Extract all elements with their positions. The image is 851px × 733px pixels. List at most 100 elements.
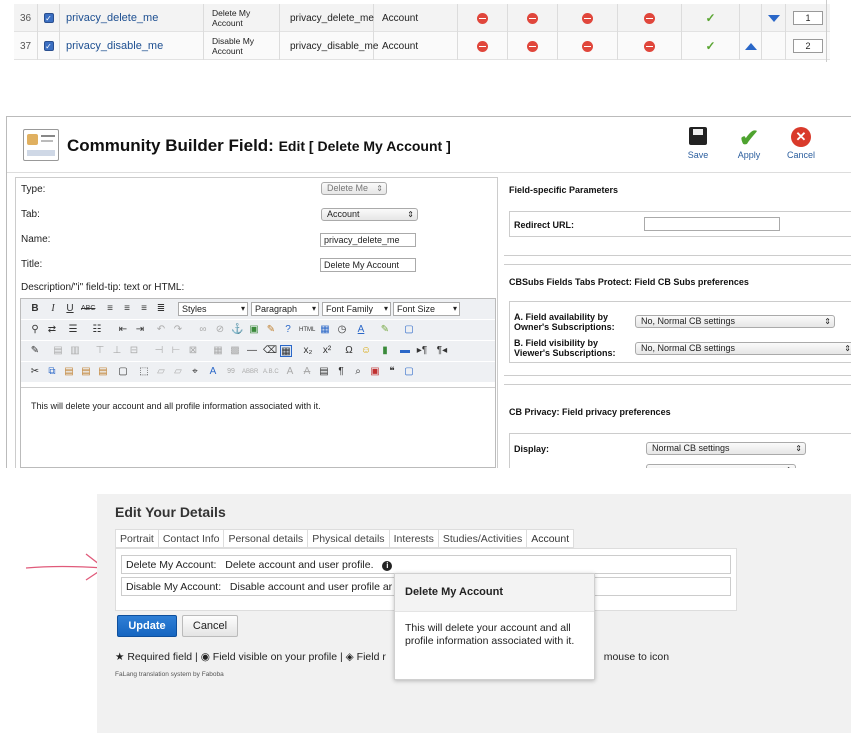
field-name-link[interactable]: privacy_delete_me	[66, 12, 158, 24]
emoticon-icon[interactable]: ☺	[360, 345, 372, 357]
deny-icon[interactable]	[477, 40, 488, 52]
anchor-icon[interactable]: ⚓	[231, 324, 243, 336]
display-select[interactable]: Normal CB settings ⇕	[646, 442, 806, 455]
html-icon[interactable]: HTML	[299, 324, 315, 336]
align-center-icon[interactable]: ≡	[121, 303, 133, 315]
align-right-icon[interactable]: ≡	[138, 303, 150, 315]
delete-col-icon[interactable]: ⊠	[187, 345, 199, 357]
ltr-icon[interactable]: ▬	[399, 345, 411, 357]
deny-icon[interactable]	[582, 40, 593, 52]
attributes-icon[interactable]: ▤	[318, 366, 330, 378]
editor-content-area[interactable]: This will delete your account and all pr…	[21, 387, 495, 467]
type-select[interactable]: Delete Me ⇕	[321, 182, 387, 195]
tab-portrait[interactable]: Portrait	[116, 530, 159, 547]
tab-studies-activities[interactable]: Studies/Activities	[439, 530, 528, 547]
deny-icon[interactable]	[477, 12, 488, 24]
tab-select[interactable]: Account ⇕	[321, 208, 418, 221]
insert-date-icon[interactable]: ▦	[319, 324, 331, 336]
table-row[interactable]: 36 ✓ privacy_delete_me Delete My Account…	[14, 4, 830, 32]
table-row[interactable]: 37 ✓ privacy_disable_me Disable My Accou…	[14, 32, 830, 60]
paragraph-select[interactable]: Paragraph ▾	[251, 302, 319, 316]
order-up-icon[interactable]	[744, 42, 757, 50]
availability-select[interactable]: No, Normal CB settings ⇕	[635, 315, 835, 328]
info-icon[interactable]: i	[382, 561, 393, 571]
select-all-icon[interactable]: ▢	[117, 366, 129, 378]
cut-icon[interactable]: ✂	[29, 366, 41, 378]
align-justify-icon[interactable]: ≣	[155, 303, 167, 315]
cleanup-icon[interactable]: ✎	[265, 324, 277, 336]
font-size-select[interactable]: Font Size ▾	[393, 302, 460, 316]
paste-word-icon[interactable]: ▤	[97, 366, 109, 378]
abbr-icon[interactable]: ABBR	[242, 366, 258, 378]
find-icon[interactable]: ⚲	[29, 324, 41, 336]
order-input[interactable]: 1	[793, 11, 823, 25]
insert-row-after-icon[interactable]: ⊥	[111, 345, 123, 357]
background-color-icon[interactable]: ✎	[379, 324, 391, 336]
redirect-url-input[interactable]	[644, 217, 780, 231]
align-left-icon[interactable]: ≡	[104, 303, 116, 315]
numbered-list-icon[interactable]: ☷	[91, 324, 103, 336]
secondary-select[interactable]: ⇕	[646, 464, 796, 468]
tab-interests[interactable]: Interests	[390, 530, 439, 547]
cancel-button[interactable]: Cancel	[182, 615, 238, 637]
insert-time-icon[interactable]: ◷	[336, 324, 348, 336]
title-input[interactable]: Delete My Account	[320, 258, 416, 272]
special-char-icon[interactable]: Ω	[343, 345, 355, 357]
apply-button[interactable]: ✔ Apply	[724, 127, 774, 161]
remove-format-icon[interactable]: ⌫	[263, 345, 277, 357]
unlink-icon[interactable]: ⊘	[214, 324, 226, 336]
cell-props-icon[interactable]: ▥	[69, 345, 81, 357]
name-input[interactable]: privacy_delete_me	[320, 233, 416, 247]
update-button[interactable]: Update	[117, 615, 177, 637]
horizontal-rule-icon[interactable]: —	[246, 345, 258, 357]
deny-icon[interactable]	[527, 12, 538, 24]
styles-select[interactable]: Styles ▾	[178, 302, 248, 316]
tab-account[interactable]: Account	[527, 530, 574, 547]
show-blocks-icon[interactable]: ¶	[335, 366, 347, 378]
deny-icon[interactable]	[582, 12, 593, 24]
paragraph-ltr-icon[interactable]: ▸¶	[416, 345, 428, 357]
underline-icon[interactable]: U	[64, 303, 76, 315]
link-icon[interactable]: ∞	[197, 324, 209, 336]
subscript-icon[interactable]: x₂	[302, 345, 314, 357]
page-break-icon[interactable]: ▢	[403, 366, 415, 378]
fullscreen-icon[interactable]: ▢	[403, 324, 415, 336]
move-backward-icon[interactable]: ▱	[172, 366, 184, 378]
delete-row-icon[interactable]: ⊟	[128, 345, 140, 357]
style-icon[interactable]: A	[207, 366, 219, 378]
text-color-icon[interactable]: A	[355, 324, 367, 336]
absolute-icon[interactable]: ⌖	[189, 366, 201, 378]
acronym-icon[interactable]: A.B.C	[263, 366, 279, 378]
table-props-icon[interactable]: ▤	[52, 345, 64, 357]
outdent-icon[interactable]: ⇤	[117, 324, 129, 336]
bold-icon[interactable]: B	[29, 303, 41, 315]
cancel-button[interactable]: ✕ Cancel	[776, 127, 826, 160]
insert-layer-icon[interactable]: ⬚	[138, 366, 150, 378]
preview-icon[interactable]: ⌕	[352, 366, 364, 378]
split-cells-icon[interactable]: ▦	[212, 345, 224, 357]
indent-icon[interactable]: ⇥	[134, 324, 146, 336]
template-icon[interactable]: ▣	[369, 366, 381, 378]
checkmark-icon[interactable]: ✓	[705, 39, 715, 53]
insert-col-after-icon[interactable]: ⊢	[170, 345, 182, 357]
insert-row-before-icon[interactable]: ⊤	[94, 345, 106, 357]
visibility-select[interactable]: No, Normal CB settings ⇕	[635, 342, 851, 355]
del-icon[interactable]: A	[284, 366, 296, 378]
tab-physical-details[interactable]: Physical details	[308, 530, 390, 547]
tab-contact-info[interactable]: Contact Info	[159, 530, 225, 547]
strikethrough-icon[interactable]: ABC	[81, 303, 95, 315]
help-icon[interactable]: ?	[282, 324, 294, 336]
paste-text-icon[interactable]: ▤	[80, 366, 92, 378]
order-down-icon[interactable]	[767, 14, 780, 22]
row-checkbox[interactable]: ✓	[43, 13, 54, 23]
redo-icon[interactable]: ↷	[172, 324, 184, 336]
italic-icon[interactable]: I	[47, 303, 59, 315]
ins-icon[interactable]: A	[301, 366, 313, 378]
copy-icon[interactable]: ⧉	[46, 366, 58, 378]
visual-aid-icon[interactable]: ▦	[280, 345, 292, 357]
cite-icon[interactable]: 99	[225, 366, 237, 378]
deny-icon[interactable]	[644, 40, 655, 52]
deny-icon[interactable]	[527, 40, 538, 52]
font-family-select[interactable]: Font Family ▾	[322, 302, 391, 316]
tab-personal-details[interactable]: Personal details	[224, 530, 309, 547]
